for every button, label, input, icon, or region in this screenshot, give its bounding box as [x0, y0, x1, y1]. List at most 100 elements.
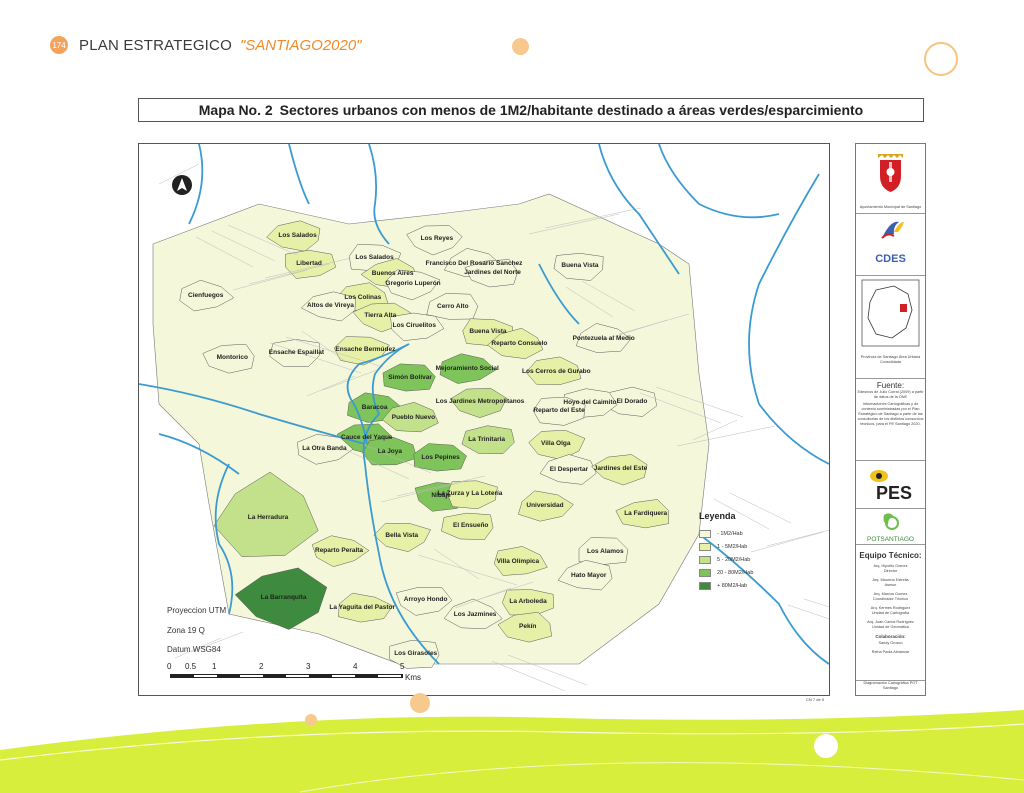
pes-logo-cell: PES: [856, 461, 925, 509]
team-member-role: Director: [883, 569, 898, 573]
bottom-wave-decoration: [0, 693, 1024, 793]
sector-label: Bella Vista: [385, 532, 419, 539]
sector-label: Los Salados: [278, 232, 317, 239]
sector-label: Francisco Del Rosario Sanchez: [425, 260, 523, 267]
locator-map-icon: [861, 279, 920, 347]
sector-label: Buenos Aires: [371, 270, 414, 277]
sector-label: Reparto Peralta: [315, 547, 364, 554]
map-legend: Leyenda - 1M2/Hab 1 - 5M2/Hab 5 - 20M2/H…: [699, 511, 753, 592]
cdes-logo-icon: [881, 221, 904, 239]
legend-item: 20 - 80M2/Hab: [699, 566, 753, 579]
legend-label: - 1M2/Hab: [717, 530, 743, 537]
sector-label: Universidad: [526, 502, 564, 509]
source-text: Informaciones Cartográficas y de context…: [857, 402, 924, 426]
sector-label: Ensache Espaillat: [268, 349, 325, 356]
legend-label: 5 - 20M2/Hab: [717, 556, 751, 563]
sector-label: Buena Vista: [561, 262, 599, 269]
locator-caption: Provincia de Santiago Área Urbana Consol…: [860, 355, 921, 364]
sector-label: Reparto del Este: [533, 407, 585, 414]
legend-label: + 80M2/Hab: [717, 582, 748, 589]
sector-label: Baracoa: [361, 404, 388, 411]
sector-label: Los Ciruelitos: [392, 322, 436, 329]
sector-label: Hoyo del Caimito: [563, 399, 617, 406]
legend-swatch: [699, 581, 711, 590]
sector-label: Hato Mayor: [571, 572, 607, 579]
source-cell: Fuente: Edesinos de Julio Corral (2009) …: [856, 379, 925, 461]
map-number: Mapa No. 2: [198, 102, 273, 118]
team-member-role: Asesor: [884, 583, 897, 587]
sector-label: La Fardiquera: [624, 510, 668, 517]
pes-logo-text: PES: [876, 483, 912, 503]
sector-label: Villa Olímpica: [496, 558, 540, 565]
legend-item: 1 - 5M2/Hab: [699, 540, 753, 553]
team-member-role: Unidad de Geomática: [872, 625, 909, 629]
sector-label: Los Pepines: [421, 454, 460, 461]
sector-label: Buena Vista: [469, 328, 507, 335]
document-subtitle: "SANTIAGO2020": [239, 36, 362, 54]
legend-swatch: [699, 568, 711, 577]
municipal-logo-caption: Ayuntamiento Municipal de Santiago: [859, 205, 922, 209]
coat-of-arms-icon: [878, 154, 903, 192]
team-member-role: Coordinador Técnico: [872, 597, 909, 601]
sector-label: La Yaguita del Pastor: [329, 604, 396, 611]
sector-label: La Barranquita: [260, 594, 307, 601]
sector-label: Arroyo Hondo: [403, 596, 448, 603]
team-title: Equipo Técnico:: [859, 551, 922, 560]
collab-member: Sandy Orozco: [878, 641, 903, 645]
sector-label: Tierra Alta: [364, 312, 397, 319]
scale-tick: 5: [400, 662, 405, 671]
sector-label: La Herradura: [247, 514, 289, 521]
info-panel: Ayuntamiento Municipal de Santiago CDES …: [855, 143, 926, 696]
sector-label: Jardines del Este: [593, 465, 648, 472]
zone-label: Zona 19 Q: [167, 626, 205, 635]
map-title-text: Sectores urbanos con menos de 1M2/habita…: [279, 102, 864, 118]
sector-label: Cauce del Yaque: [341, 434, 393, 441]
sector-label: Ensache Bermúdez: [335, 346, 396, 353]
sector-label: Altos de Vireya: [307, 302, 354, 309]
team-cell: Equipo Técnico: Arq. Hipolito Gomez Dire…: [856, 545, 925, 669]
sector-label: Jardines del Norte: [464, 269, 521, 276]
sector-label: Simón Bolívar: [388, 374, 432, 381]
legend-label: 1 - 5M2/Hab: [717, 543, 748, 550]
scale-tick: 0: [167, 662, 172, 671]
sector-label: El Dorado: [616, 398, 648, 405]
sector-label: Los Colinas: [344, 294, 382, 301]
scale-tick: 4: [353, 662, 358, 671]
sector-label: La Arboleda: [509, 598, 547, 605]
source-text: Edesinos de Julio Corral (2009) a partir…: [857, 390, 924, 399]
decor-circle-orange: [512, 38, 529, 55]
team-member-role: Unidad de Cartografía: [871, 611, 910, 615]
sector-label: Los Alamos: [587, 548, 624, 555]
pot-logo-text: POTSANTIAGO: [867, 536, 914, 543]
source-title: Fuente:: [876, 381, 905, 390]
scale-tick: 1: [212, 662, 217, 671]
map-title: Mapa No. 2 Sectores urbanos con menos de…: [138, 98, 924, 122]
municipal-logo-cell: Ayuntamiento Municipal de Santiago: [856, 144, 925, 214]
scale-tick: 0.5: [185, 662, 197, 671]
scale-bar-graphic: [170, 674, 403, 678]
legend-item: - 1M2/Hab: [699, 527, 753, 540]
collab-title: Colaboración:: [875, 634, 906, 639]
sector-label: La Joya: [377, 448, 403, 455]
pot-logo-icon: POTSANTIAGO: [867, 513, 914, 543]
legend-label: 20 - 80M2/Hab: [717, 569, 754, 576]
sector-label: Los Salados: [355, 254, 394, 261]
sector-label: Mejoramiento Social: [435, 365, 499, 372]
sector-label: Pontezuela al Medio: [572, 335, 635, 342]
map-frame[interactable]: Los Salados Los Reyes Libertad Los Salados F…: [138, 143, 830, 696]
sector-label: Gregorio Luperón: [385, 280, 441, 287]
sector-label: Libertad: [296, 260, 322, 267]
sector-label: Pekín: [519, 623, 537, 630]
sector-label: Los Girasoles: [394, 650, 438, 657]
cdes-logo-cell: CDES: [856, 214, 925, 276]
cdes-logo-text: CDES: [875, 253, 906, 265]
document-title: PLAN ESTRATEGICO: [79, 36, 232, 54]
decor-ring-orange: [924, 42, 958, 76]
scale-tick: 3: [306, 662, 311, 671]
datum-label: Datum WSG84: [167, 645, 221, 654]
scale-tick: 2: [259, 662, 264, 671]
pes-logo-icon: PES: [870, 470, 912, 503]
page-header: 174 PLAN ESTRATEGICO "SANTIAGO2020": [50, 35, 361, 55]
scale-bar: 0 0.5 1 2 3 4 5 Kms: [167, 662, 437, 682]
sector-label: Los Jazmines: [453, 611, 497, 618]
